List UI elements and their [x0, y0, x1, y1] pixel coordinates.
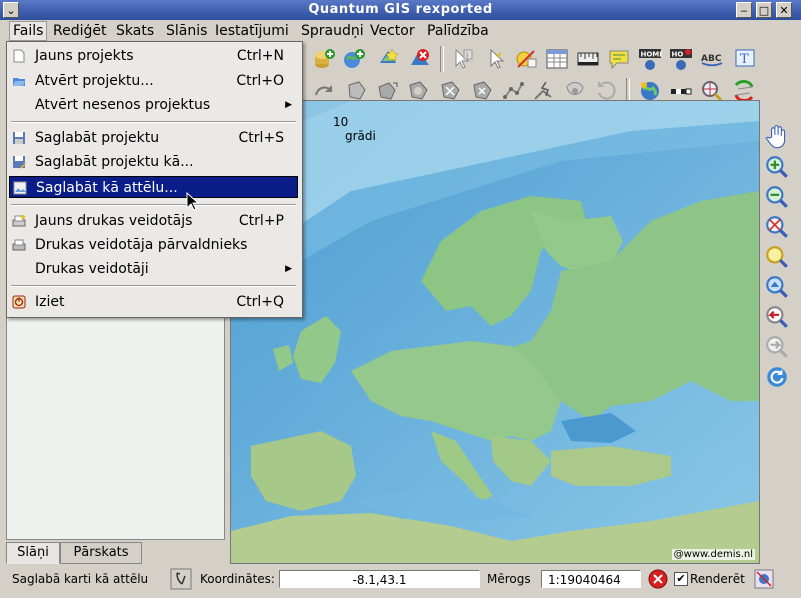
menu-fails[interactable]: Fails — [9, 21, 48, 41]
menu-palidziba[interactable]: Palīdzība — [424, 22, 492, 40]
scale-bar-value: 10 — [333, 115, 349, 129]
zoom-to-selection-icon[interactable] — [764, 244, 790, 270]
close-button[interactable]: ✕ — [776, 2, 792, 18]
menu-item-quit[interactable]: Iziet Ctrl+Q — [9, 291, 298, 313]
remove-layer-icon[interactable] — [408, 47, 432, 71]
menu-item-composer-manager[interactable]: Drukas veidotāja pārvaldnieks — [9, 234, 298, 256]
status-message: Saglabā karti kā attēlu — [12, 572, 149, 586]
map-credit: @www.demis.nl — [671, 549, 755, 560]
home-bookmark-2-icon[interactable]: HO — [669, 47, 693, 71]
menu-item-open-project[interactable]: Atvērt projektu... Ctrl+O — [9, 70, 298, 92]
new-document-icon — [13, 49, 25, 63]
scale-label: Mērogs — [487, 572, 531, 586]
save-as-icon — [13, 156, 26, 169]
menu-item-print-composers[interactable]: Drukas veidotāji ▶ — [9, 258, 298, 280]
map-canvas[interactable]: 10 grādi @www.demis.nl — [230, 100, 760, 564]
menu-skats[interactable]: Skats — [113, 22, 157, 40]
toolbar-separator — [440, 46, 444, 72]
submenu-arrow-icon: ▶ — [285, 264, 292, 274]
menu-slanis[interactable]: Slānis — [163, 22, 210, 40]
add-raster-layer-icon[interactable] — [342, 47, 366, 71]
attribute-table-icon[interactable] — [545, 47, 569, 71]
pan-hand-icon[interactable] — [764, 124, 790, 150]
window-title: Quantum GIS rexported — [308, 2, 493, 17]
zoom-last-icon[interactable] — [764, 304, 790, 330]
zoom-out-icon[interactable] — [764, 184, 790, 210]
status-bar: Saglabā karti kā attēlu Koordinātes: -8.… — [0, 566, 801, 598]
submenu-arrow-icon: ▶ — [285, 100, 292, 110]
tab-overview[interactable]: Pārskats — [60, 542, 142, 564]
render-label: Renderēt — [690, 572, 745, 586]
menu-item-save-project[interactable]: Saglabāt projektu Ctrl+S — [9, 127, 298, 149]
minimize-button[interactable]: ‒ — [736, 2, 752, 18]
menu-item-recent-projects[interactable]: Atvērt nesenos projektus ▶ — [9, 94, 298, 116]
refresh-icon[interactable] — [764, 364, 790, 390]
mouse-cursor-icon — [186, 192, 200, 211]
menu-bar: Fails Rediģēt Skats Slānis Iestatījumi S… — [0, 20, 801, 42]
svg-text:HO: HO — [672, 51, 684, 59]
projection-status-icon[interactable] — [754, 569, 774, 589]
coordinates-label: Koordinātes: — [200, 572, 275, 586]
menu-spraudni[interactable]: Spraudņi — [298, 22, 367, 40]
home-bookmark-icon[interactable]: HOME — [638, 47, 662, 71]
add-vector-layer-icon[interactable] — [312, 47, 336, 71]
svg-text:T: T — [740, 52, 749, 67]
measure-line-icon[interactable] — [514, 47, 538, 71]
map-navigation-toolbar — [762, 122, 792, 392]
save-image-icon — [13, 181, 27, 195]
file-menu-dropdown: Jauns projekts Ctrl+N Atvērt projektu... C… — [6, 41, 303, 318]
menu-separator — [11, 121, 296, 123]
zoom-full-icon[interactable] — [764, 214, 790, 240]
menu-iestatijumi[interactable]: Iestatījumi — [212, 22, 292, 40]
stop-render-icon[interactable] — [647, 568, 669, 590]
menu-vector[interactable]: Vector — [367, 22, 418, 40]
svg-text:i: i — [466, 51, 468, 60]
measure-area-icon[interactable] — [576, 47, 600, 71]
coordinates-field[interactable]: -8.1,43.1 — [279, 570, 480, 588]
scale-bar-unit: grādi — [345, 129, 376, 143]
text-annotation-icon[interactable]: T — [734, 47, 758, 71]
menu-item-save-as-image[interactable]: Saglabāt kā attēlu... — [9, 176, 298, 198]
mouse-coordinate-icon[interactable] — [170, 568, 192, 590]
menu-item-save-project-as[interactable]: Saglabāt projektu kā... — [9, 151, 298, 173]
quit-icon — [12, 295, 26, 309]
maximize-button[interactable]: □ — [756, 2, 772, 18]
printer-icon — [12, 239, 26, 251]
label-tool-icon[interactable]: ABC — [700, 47, 724, 71]
select-features-icon[interactable] — [483, 47, 507, 71]
menu-item-new-print-composer[interactable]: Jauns drukas veidotājs Ctrl+P — [9, 210, 298, 232]
map-tips-icon[interactable] — [607, 47, 631, 71]
svg-text:ABC: ABC — [701, 54, 722, 64]
add-wms-layer-icon[interactable] — [376, 47, 400, 71]
map-image — [231, 101, 759, 563]
zoom-next-icon[interactable] — [764, 334, 790, 360]
title-bar: ⌄ Quantum GIS rexported ‒ □ ✕ — [0, 0, 801, 20]
save-disk-icon — [13, 132, 25, 144]
zoom-to-layer-icon[interactable] — [764, 274, 790, 300]
tab-layers[interactable]: Slāņi — [6, 542, 60, 564]
identify-features-icon[interactable]: i — [450, 47, 474, 71]
zoom-in-icon[interactable] — [764, 154, 790, 180]
open-folder-icon — [13, 78, 25, 86]
scale-field[interactable]: 1:19040464 — [541, 570, 641, 588]
menu-separator — [11, 285, 296, 287]
menu-separator — [11, 204, 296, 206]
new-print-composer-icon — [12, 215, 26, 227]
menu-item-new-project[interactable]: Jauns projekts Ctrl+N — [9, 45, 298, 67]
menu-rediget[interactable]: Rediģēt — [50, 22, 109, 40]
svg-text:HOME: HOME — [641, 51, 663, 59]
render-checkbox[interactable]: ✔ — [674, 572, 688, 586]
